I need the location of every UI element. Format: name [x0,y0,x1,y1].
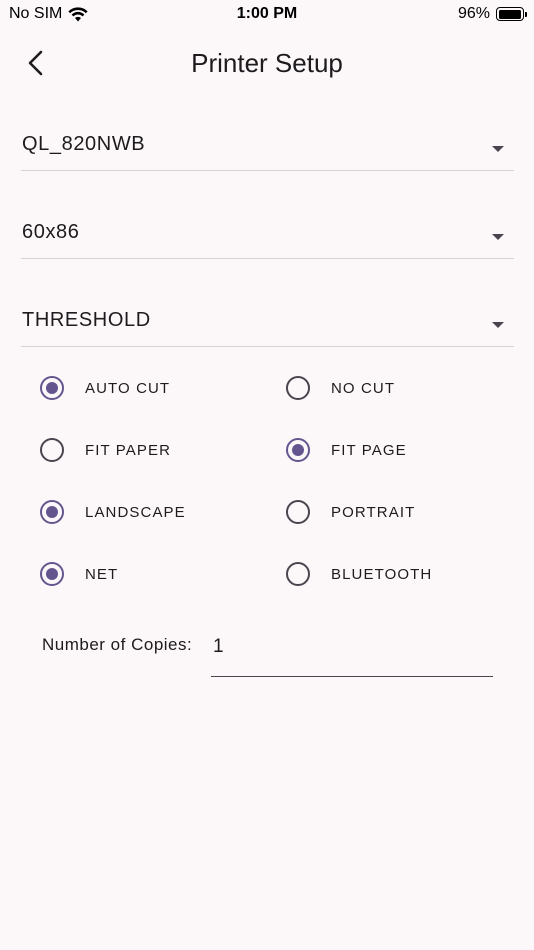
fit-paper-radio[interactable]: FIT PAPER [40,430,171,470]
fit-page-label: FIT PAGE [331,441,407,459]
radio-unchecked-icon [286,376,310,400]
status-time: 1:00 PM [236,5,298,22]
bluetooth-radio[interactable]: BLUETOOTH [286,554,432,594]
bluetooth-label: BLUETOOTH [331,565,433,583]
dropdown-arrow-icon [492,322,504,328]
printer-model-value: QL_820NWB [22,133,146,155]
battery-fill [498,9,521,19]
radio-checked-icon [40,562,64,586]
radio-checked-icon [40,500,64,524]
net-radio[interactable]: NET [40,554,118,594]
status-bar: No SIM 1:00 PM 96% [0,0,534,30]
auto-cut-radio[interactable]: AUTO CUT [40,368,170,408]
copies-value: 1 [213,636,224,657]
printer-model-dropdown[interactable]: QL_820NWB [21,115,514,171]
copies-label: Number of Copies: [42,635,193,654]
radio-checked-icon [286,438,310,462]
dropdown-arrow-icon [492,146,504,152]
fit-options-row: FIT PAPER FIT PAGE [0,430,534,470]
net-label: NET [85,565,119,583]
radio-unchecked-icon [286,500,310,524]
status-right: 96% [457,5,527,23]
fit-page-radio[interactable]: FIT PAGE [286,430,407,470]
page-title: Printer Setup [191,48,343,78]
copies-input[interactable]: 1 [211,628,493,677]
orientation-options-row: LANDSCAPE PORTRAIT [0,492,534,532]
label-size-value: 60x86 [22,221,80,243]
auto-cut-label: AUTO CUT [85,379,171,397]
portrait-label: PORTRAIT [331,503,416,521]
battery-percent: 96% [457,5,490,22]
fit-paper-label: FIT PAPER [85,441,172,459]
dropdown-arrow-icon [492,234,504,240]
print-mode-dropdown[interactable]: THRESHOLD [21,291,514,347]
battery-icon [496,7,527,21]
landscape-radio[interactable]: LANDSCAPE [40,492,186,532]
app-bar: Printer Setup [0,36,534,92]
radio-dot [46,568,58,580]
radio-dot [46,506,58,518]
landscape-label: LANDSCAPE [85,503,186,521]
cut-options-row: AUTO CUT NO CUT [0,368,534,408]
no-cut-radio[interactable]: NO CUT [286,368,395,408]
radio-unchecked-icon [40,438,64,462]
no-cut-label: NO CUT [331,379,396,397]
radio-checked-icon [40,376,64,400]
radio-unchecked-icon [286,562,310,586]
print-mode-value: THRESHOLD [22,309,151,331]
radio-dot [46,382,58,394]
portrait-radio[interactable]: PORTRAIT [286,492,415,532]
label-size-dropdown[interactable]: 60x86 [21,203,514,259]
radio-dot [292,444,304,456]
connection-options-row: NET BLUETOOTH [0,554,534,594]
